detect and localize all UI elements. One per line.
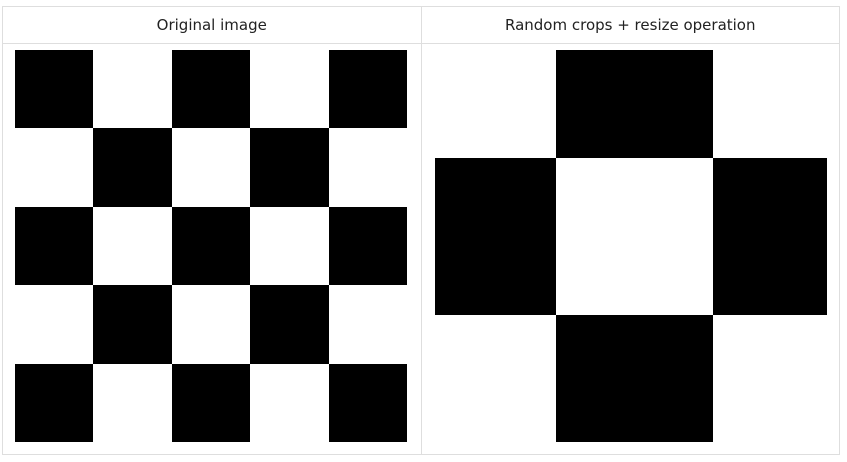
- cropped-checkerboard: [434, 50, 827, 442]
- original-square: [93, 128, 172, 207]
- original-square: [93, 285, 172, 364]
- original-checkerboard: [15, 50, 407, 442]
- original-square: [328, 50, 407, 129]
- original-square: [171, 50, 251, 129]
- original-square: [171, 206, 251, 286]
- cropped-square: [434, 158, 556, 315]
- cropped-square: [555, 315, 713, 442]
- original-square: [15, 206, 94, 286]
- original-square: [328, 206, 407, 286]
- original-square: [250, 128, 329, 207]
- header-original: Original image: [2, 6, 422, 44]
- header-random-crops: Random crops + resize operation: [420, 6, 840, 44]
- original-square: [15, 363, 94, 442]
- original-square: [328, 363, 407, 442]
- cell-original: [2, 43, 422, 455]
- cropped-square: [712, 158, 827, 315]
- original-square: [15, 50, 94, 129]
- cell-cropped: [420, 43, 840, 455]
- comparison-table: Original image Random crops + resize ope…: [2, 6, 840, 455]
- cropped-square: [555, 50, 713, 158]
- original-square: [171, 363, 251, 442]
- original-square: [250, 285, 329, 364]
